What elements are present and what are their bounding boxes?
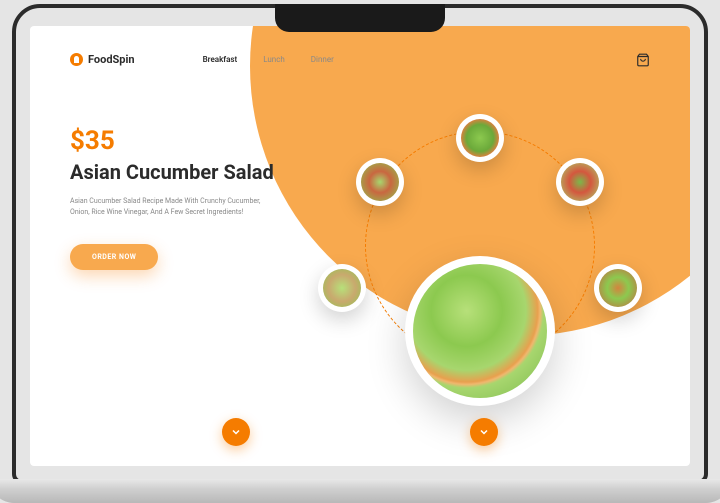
carousel-controls [30, 418, 690, 446]
dish-thumbnail-3[interactable] [556, 158, 604, 206]
product-price: $35 [70, 126, 290, 156]
dish-carousel [340, 106, 620, 386]
dish-thumbnail-1[interactable] [456, 114, 504, 162]
prev-button[interactable] [222, 418, 250, 446]
brand-logo[interactable]: FoodSpin [70, 53, 135, 66]
nav-item-dinner[interactable]: Dinner [311, 55, 334, 64]
product-title: Asian Cucumber Salad [70, 160, 290, 184]
device-base [0, 479, 720, 503]
dish-main [405, 256, 555, 406]
main-nav: Breakfast Lunch Dinner [203, 55, 334, 64]
header: FoodSpin Breakfast Lunch Dinner [30, 26, 690, 66]
dish-thumbnail-2[interactable] [356, 158, 404, 206]
flame-icon [70, 53, 83, 66]
dish-thumbnail-4[interactable] [318, 264, 366, 312]
product-panel: $35 Asian Cucumber Salad Asian Cucumber … [30, 66, 290, 270]
dish-thumbnail-5[interactable] [594, 264, 642, 312]
device-notch [275, 4, 445, 32]
brand-name: FoodSpin [88, 53, 135, 66]
next-button[interactable] [470, 418, 498, 446]
cart-icon[interactable] [636, 52, 650, 66]
product-description: Asian Cucumber Salad Recipe Made With Cr… [70, 196, 280, 218]
nav-item-lunch[interactable]: Lunch [263, 55, 285, 64]
order-button[interactable]: ORDER NOW [70, 244, 158, 270]
nav-item-breakfast[interactable]: Breakfast [203, 55, 238, 64]
